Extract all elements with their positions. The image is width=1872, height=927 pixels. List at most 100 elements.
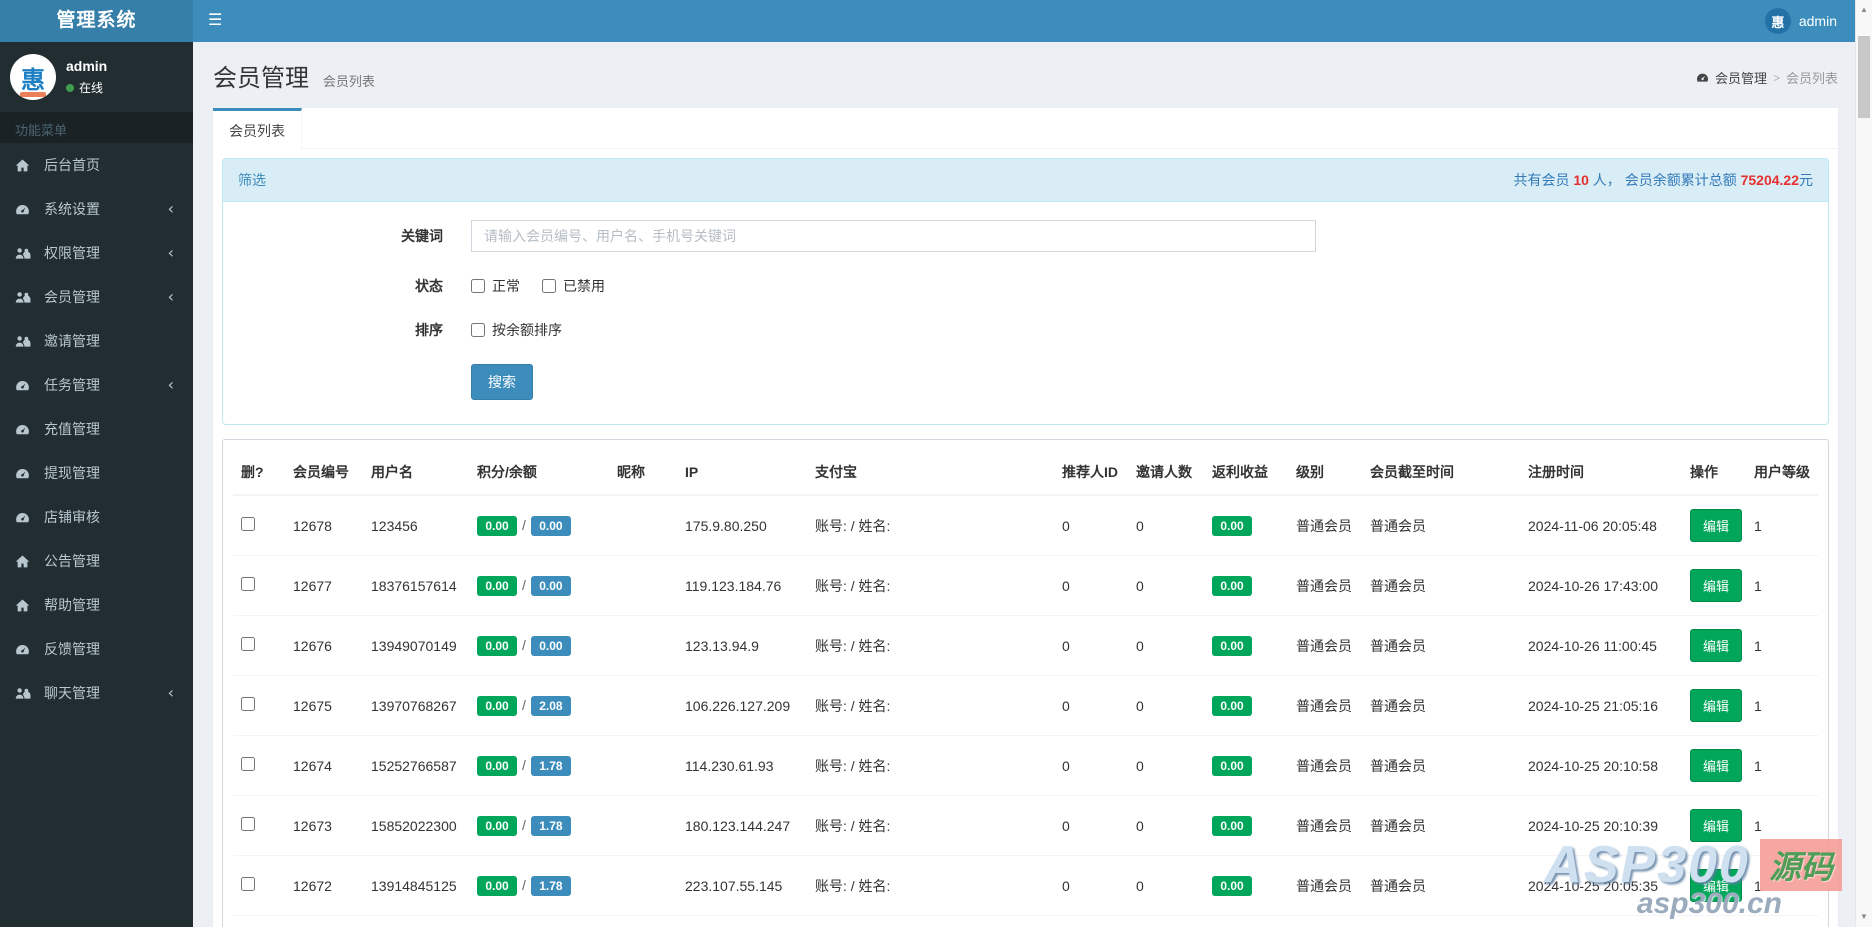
search-button[interactable]: 搜索 [471,364,533,400]
table-row: 12676 13949070149 0.00/0.00 123.13.94.9 账号: … [233,615,1818,676]
register-time: 2024-11-06 20:05:48 [1528,517,1657,534]
tab-member-list[interactable]: 会员列表 [213,108,302,149]
user-menu[interactable]: 惠 admin [1755,0,1847,42]
sidebar-item[interactable]: 充值管理 [0,407,193,451]
edit-button[interactable]: 编辑 [1690,749,1743,782]
table-row: 12671152977172090.00/0.00106.6.76.210账号:… [233,915,1818,927]
sort-balance-label: 按余额排序 [492,322,562,338]
register-time: 2024-10-25 20:10:58 [1528,757,1658,774]
tab-row: 会员列表 [213,108,1838,149]
gauge-icon [1696,71,1709,84]
member-level: 普通会员 [1296,697,1352,714]
username: 15252766587 [371,757,457,774]
online-status-label: 在线 [79,81,104,95]
sidebar-item[interactable]: 邀请管理 [0,319,193,363]
member-id: 12675 [293,697,332,714]
rebate-badge: 0.00 [1212,635,1252,656]
member-id: 12674 [293,757,332,774]
row-delete-checkbox[interactable] [241,757,255,771]
gauge-icon [15,642,37,657]
sidebar-toggle-button[interactable]: ☰ [193,0,237,42]
chevron-left-icon: ‹ [167,683,174,702]
gauge-icon [15,510,37,525]
sidebar-item[interactable]: 公告管理 [0,539,193,583]
row-delete-checkbox[interactable] [241,877,255,891]
table-row: 12673 15852022300 0.00 /1.78 180.123.144.247… [233,795,1818,856]
app-logo[interactable]: 管理系统 [0,0,193,42]
member-table-box: 删? 会员编号 用户名 积分/余额 昵称 IP 支付宝 推荐人ID 邀请人数 返利收益 级别 会员截至… [222,439,1829,927]
column-header: 支付宝 [807,450,1054,496]
table-header-row: 删? 会员编号 用户名 积分/余额 昵称 IP 支付宝 推荐人ID 邀请人数 返利收益 级别 会员截至… [233,450,1818,496]
row-delete-checkbox[interactable] [241,697,255,711]
status-disabled-checkbox[interactable] [542,279,556,293]
edit-button[interactable]: 编辑 [1690,629,1743,662]
sidebar-item[interactable]: 帮助管理 [0,583,193,627]
status-option-disabled[interactable]: 已禁用 [542,276,605,296]
gauge-icon [15,378,37,393]
column-header: 推荐人ID [1054,450,1128,496]
row-delete-checkbox[interactable] [241,637,255,651]
scroll-down-arrow-icon[interactable]: ▼ [1856,912,1872,921]
edit-button[interactable]: 编辑 [1690,569,1743,602]
sidebar-item[interactable]: 聊天管理 ‹ [0,671,193,715]
member-until: 普通会员 [1370,517,1426,534]
separator: / [522,816,526,833]
keyword-input[interactable] [471,220,1316,252]
main-header: 管理系统 ☰ 惠 admin [0,0,1855,42]
status-label: 状态 [415,278,443,294]
invite-count: 0 [1136,697,1144,714]
sort-option-balance[interactable]: 按余额排序 [471,320,562,340]
user-level: 1 [1754,577,1762,594]
breadcrumb-item[interactable]: 会员管理 [1715,68,1767,87]
users-icon [15,335,37,348]
breadcrumb-separator: > [1772,70,1780,85]
edit-button[interactable]: 编辑 [1690,869,1743,902]
row-delete-checkbox[interactable] [241,517,255,531]
hamburger-icon: ☰ [208,12,223,29]
invite-count: 0 [1136,757,1144,774]
sidebar-item-label: 后台首页 [44,157,100,173]
total-balance: 75204.22 [1740,172,1799,188]
sidebar-item[interactable]: 提现管理 [0,451,193,495]
ip-address: 123.13.94.9 [685,637,759,654]
keyword-label: 关键词 [401,228,443,244]
column-header: IP [677,450,807,496]
status-normal-checkbox[interactable] [471,279,485,293]
user-level: 1 [1754,637,1762,654]
sidebar-item[interactable]: 反馈管理 [0,627,193,671]
scrollbar-thumb[interactable] [1858,36,1870,118]
alipay-info: 账号: / 姓名: [815,757,891,774]
status-normal-label: 正常 [492,278,520,294]
vertical-scrollbar[interactable]: ▲ ▼ [1855,0,1872,927]
rebate-badge: 0.00 [1212,515,1252,536]
separator: / [522,756,526,773]
edit-button[interactable]: 编辑 [1690,689,1743,722]
status-option-normal[interactable]: 正常 [471,276,520,296]
sidebar-item[interactable]: 任务管理 ‹ [0,363,193,407]
sort-balance-checkbox[interactable] [471,323,485,337]
sidebar-item-label: 充值管理 [44,421,100,437]
balance-badge: 2.08 [530,695,571,716]
sidebar-item-label: 系统设置 [44,201,100,217]
member-id: 12672 [293,877,332,894]
row-delete-checkbox[interactable] [241,577,255,591]
chevron-left-icon: ‹ [167,287,174,306]
users-icon [15,687,37,700]
row-delete-checkbox[interactable] [241,817,255,831]
separator: / [522,516,526,533]
scroll-up-arrow-icon[interactable]: ▲ [1856,5,1872,14]
sidebar-item[interactable]: 店铺审核 [0,495,193,539]
referrer-id: 0 [1062,637,1070,654]
column-header: 邀请人数 [1128,450,1204,496]
topbar-username: admin [1798,13,1837,29]
edit-button[interactable]: 编辑 [1690,809,1743,842]
sidebar-item[interactable]: 后台首页 [0,143,193,187]
chevron-left-icon: ‹ [167,375,174,394]
column-header: 操作 [1682,450,1746,496]
sidebar-item[interactable]: 会员管理 ‹ [0,275,193,319]
sidebar-item-label: 会员管理 [44,289,100,305]
edit-button[interactable]: 编辑 [1690,509,1743,542]
table-row: 12678 123456 0.00/0.00 175.9.80.250 账号: / 姓名… [233,495,1818,556]
sidebar-item[interactable]: 系统设置 ‹ [0,187,193,231]
sidebar-item[interactable]: 权限管理 ‹ [0,231,193,275]
